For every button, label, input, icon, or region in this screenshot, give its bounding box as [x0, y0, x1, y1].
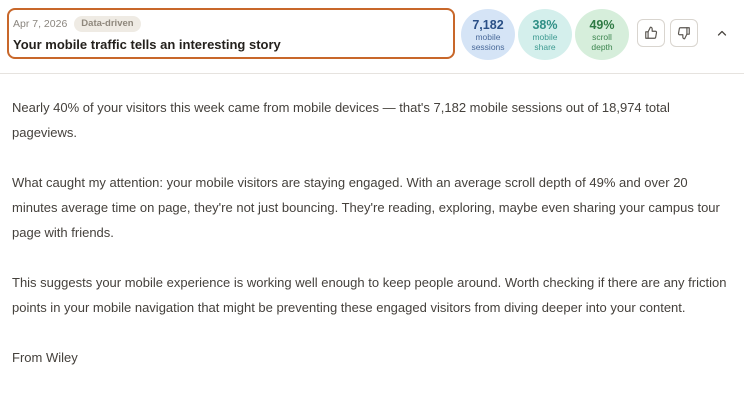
- category-badge: Data-driven: [74, 16, 141, 32]
- signoff: From Wiley: [12, 350, 78, 365]
- stat-mobile-share: 38% mobile share: [518, 9, 572, 60]
- stat-value: 38%: [532, 17, 558, 32]
- insight-body: Nearly 40% of your visitors this week ca…: [12, 95, 732, 395]
- stat-label: depth: [591, 41, 613, 52]
- insight-title: Your mobile traffic tells an interesting…: [13, 37, 281, 52]
- stat-value: 7,182: [472, 17, 504, 32]
- stat-label: sessions: [471, 41, 505, 52]
- thumbs-up-button[interactable]: [637, 19, 665, 47]
- stat-label: share: [534, 41, 556, 52]
- insight-date: Apr 7, 2026: [13, 18, 68, 30]
- chevron-up-icon: [717, 30, 727, 36]
- body-paragraph: Nearly 40% of your visitors this week ca…: [12, 100, 670, 140]
- collapse-button[interactable]: [711, 22, 733, 44]
- stat-label: mobile: [532, 31, 558, 42]
- stat-scroll-depth: 49% scroll depth: [575, 9, 629, 60]
- thumbs-down-icon: [677, 27, 690, 40]
- thumbs-up-icon: [645, 26, 658, 39]
- stat-mobile-sessions: 7,182 mobile sessions: [461, 9, 515, 60]
- body-paragraph: This suggests your mobile experience is …: [12, 275, 727, 315]
- stat-label: scroll: [592, 31, 612, 42]
- body-paragraph: What caught my attention: your mobile vi…: [12, 175, 720, 240]
- stat-value: 49%: [589, 17, 615, 32]
- insight-title-card[interactable]: Apr 7, 2026 Data-driven Your mobile traf…: [7, 8, 455, 59]
- stat-label: mobile: [475, 31, 501, 42]
- thumbs-down-button[interactable]: [670, 19, 698, 47]
- meta-row: Apr 7, 2026 Data-driven: [13, 15, 453, 33]
- insight-header: Apr 7, 2026 Data-driven Your mobile traf…: [0, 0, 744, 74]
